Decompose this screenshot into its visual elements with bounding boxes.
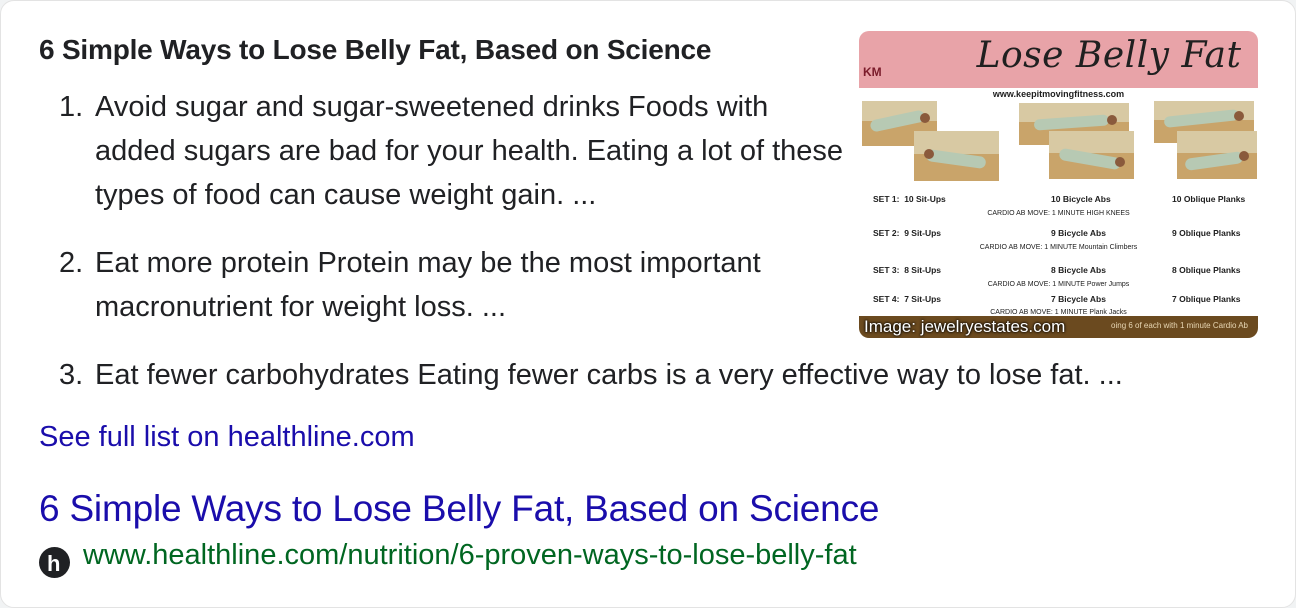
favicon-letter: h: [47, 551, 61, 576]
list-item-text: Avoid sugar and sugar-sweetened drinks F…: [95, 91, 844, 211]
thumbnail-heading: Lose Belly Fat: [976, 35, 1242, 76]
featured-snippet-card: 6 Simple Ways to Lose Belly Fat, Based o…: [0, 0, 1296, 608]
list-item-text: Eat more protein Protein may be the most…: [95, 247, 761, 323]
set-planks: 10 Oblique Planks: [1172, 194, 1246, 204]
set-planks: 7 Oblique Planks: [1172, 294, 1241, 304]
set-bicycle: 7 Bicycle Abs: [1051, 294, 1106, 304]
cardio-text: CARDIO AB MOVE: 1 MINUTE Power Jumps: [987, 281, 1130, 288]
thumbnail-banner: KM Lose Belly Fat: [859, 31, 1258, 88]
result-url-link[interactable]: www.healthline.com/nutrition/6-proven-wa…: [83, 539, 857, 572]
see-full-list-link[interactable]: See full list on healthline.com: [39, 421, 415, 454]
list-item: 2. Eat more protein Protein may be the m…: [59, 241, 845, 329]
exercise-photo: [1049, 131, 1134, 179]
list-number: 2.: [59, 247, 84, 279]
image-credit: Image: jewelryestates.com: [864, 317, 1066, 336]
exercise-photo: [914, 131, 999, 181]
snippet-title: 6 Simple Ways to Lose Belly Fat, Based o…: [39, 34, 712, 65]
thumbnail-site-text: www.keepitmovingfitness.com: [992, 89, 1125, 99]
set-bicycle: 9 Bicycle Abs: [1051, 228, 1106, 238]
set-planks: 8 Oblique Planks: [1172, 265, 1241, 275]
cardio-text: CARDIO AB MOVE: 1 MINUTE Plank Jacks: [990, 309, 1127, 316]
set-label: SET 4: 7 Sit-Ups: [873, 294, 942, 304]
thumbnail-image[interactable]: KM Lose Belly Fat www.keepitmovingfitnes…: [859, 31, 1258, 338]
list-item: 3. Eat fewer carbohydrates Eating fewer …: [59, 353, 1245, 397]
set-bicycle: 10 Bicycle Abs: [1051, 194, 1111, 204]
result-title-link[interactable]: 6 Simple Ways to Lose Belly Fat, Based o…: [39, 488, 879, 530]
list-item-text: Eat fewer carbohydrates Eating fewer car…: [95, 359, 1123, 391]
set-label: SET 2: 9 Sit-Ups: [873, 228, 942, 238]
thumbnail-footer-text: oing 6 of each with 1 minute Cardio Ab: [1111, 321, 1248, 330]
exercise-photo: [1177, 131, 1257, 179]
list-item: 1. Avoid sugar and sugar-sweetened drink…: [59, 85, 845, 217]
list-number: 1.: [59, 91, 84, 123]
set-planks: 9 Oblique Planks: [1172, 228, 1241, 238]
healthline-icon: h: [39, 547, 70, 578]
set-label: SET 3: 8 Sit-Ups: [873, 265, 942, 275]
cardio-text: CARDIO AB MOVE: 1 MINUTE HIGH KNEES: [987, 210, 1130, 217]
logo: KM: [863, 65, 882, 79]
set-label: SET 1: 10 Sit-Ups: [873, 194, 946, 204]
set-bicycle: 8 Bicycle Abs: [1051, 265, 1106, 275]
list-number: 3.: [59, 359, 84, 391]
cardio-text: CARDIO AB MOVE: 1 MINUTE Mountain Climbe…: [979, 244, 1138, 251]
